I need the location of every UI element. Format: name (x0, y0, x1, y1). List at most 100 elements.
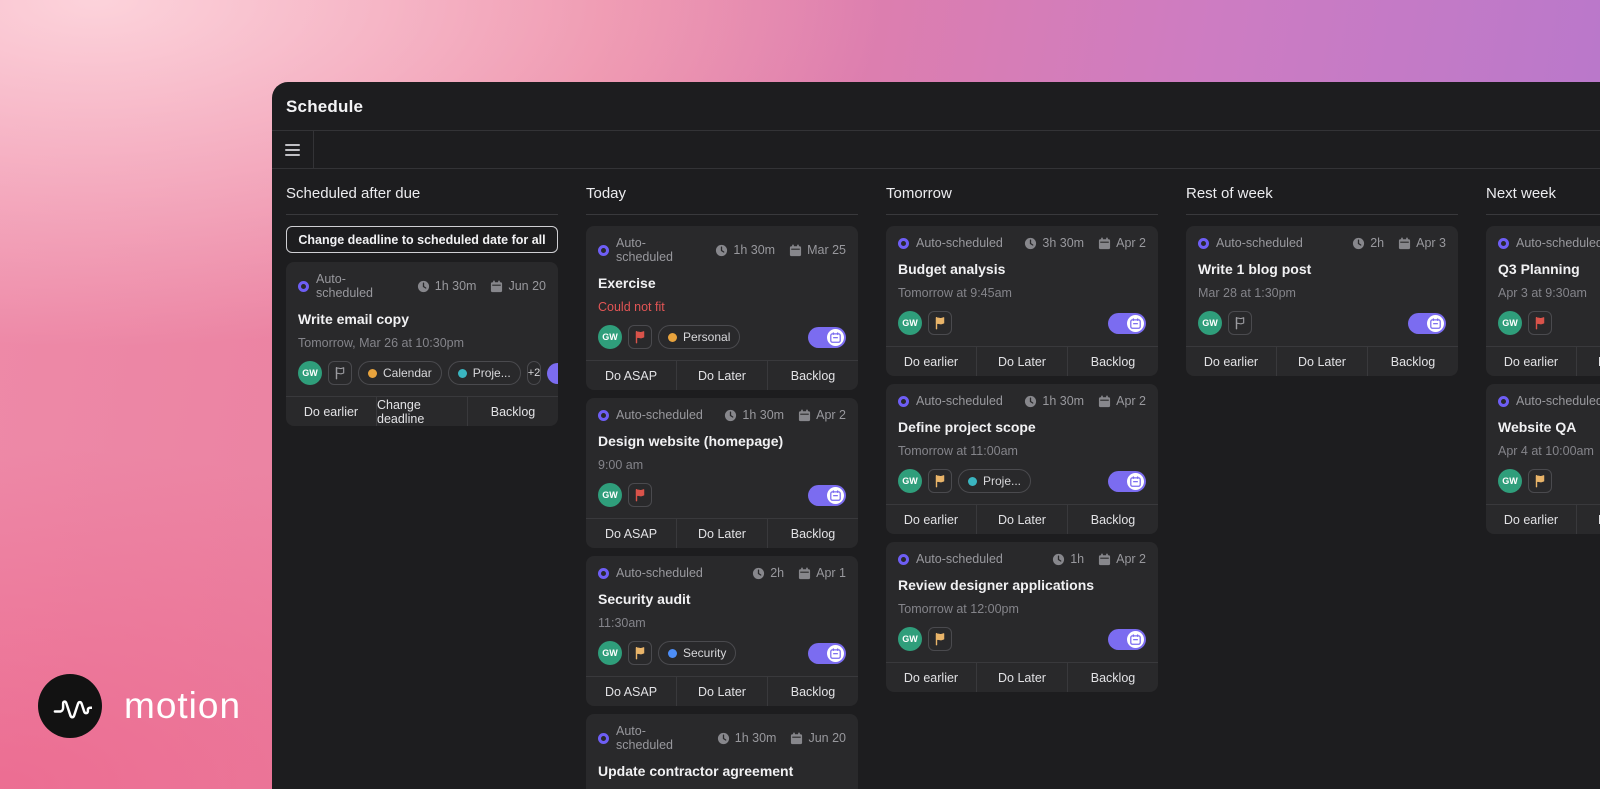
auto-schedule-toggle[interactable] (547, 363, 558, 384)
task-title[interactable]: Exercise (586, 275, 858, 291)
assignee-avatar[interactable]: GW (1198, 311, 1222, 335)
priority-flag-button[interactable] (628, 483, 652, 507)
priority-flag-button[interactable] (1228, 311, 1252, 335)
auto-scheduled-icon[interactable] (598, 568, 609, 579)
duration-chip[interactable]: 1h 30m (417, 279, 477, 293)
auto-scheduled-icon[interactable] (898, 554, 909, 565)
assignee-avatar[interactable]: GW (1498, 311, 1522, 335)
auto-scheduled-icon[interactable] (598, 245, 609, 256)
duration-chip[interactable]: 2h (752, 566, 784, 580)
assignee-avatar[interactable]: GW (1498, 469, 1522, 493)
label-chip[interactable]: Proje... (958, 469, 1031, 493)
action-do-later-button[interactable]: Do Later (976, 663, 1067, 692)
priority-flag-button[interactable] (1528, 469, 1552, 493)
task-title[interactable]: Update contractor agreement (586, 763, 858, 779)
action-backlog-button[interactable]: Backlog (1067, 505, 1158, 534)
action-do-earlier-button[interactable]: Do earlier (886, 347, 976, 376)
priority-flag-button[interactable] (628, 325, 652, 349)
task-card[interactable]: Auto-scheduled1hApr 2Review designer app… (886, 542, 1158, 692)
label-chip[interactable]: Personal (658, 325, 740, 349)
action-do-asap-button[interactable]: Do ASAP (586, 677, 676, 706)
auto-scheduled-icon[interactable] (1198, 238, 1209, 249)
action-do-earlier-button[interactable]: Do earlier (1186, 347, 1276, 376)
auto-schedule-toggle[interactable] (1108, 313, 1146, 334)
auto-scheduled-icon[interactable] (1498, 396, 1509, 407)
auto-schedule-toggle[interactable] (1408, 313, 1446, 334)
action-do-later-button[interactable]: Do Later (676, 677, 767, 706)
action-do-earlier-button[interactable]: Do earlier (1486, 347, 1576, 376)
task-card[interactable]: Auto-scheduled1h 30mApr 2Define project … (886, 384, 1158, 534)
auto-scheduled-icon[interactable] (898, 238, 909, 249)
due-date-chip[interactable]: Apr 2 (1098, 394, 1146, 408)
action-backlog-button[interactable]: Backlog (767, 361, 858, 390)
task-title[interactable]: Define project scope (886, 419, 1158, 435)
action-do-later-button[interactable]: Do Later (976, 347, 1067, 376)
priority-flag-button[interactable] (928, 469, 952, 493)
assignee-avatar[interactable]: GW (598, 325, 622, 349)
assignee-avatar[interactable]: GW (898, 311, 922, 335)
action-backlog-button[interactable]: Backlog (1367, 347, 1458, 376)
priority-flag-button[interactable] (928, 311, 952, 335)
action-do-later-button[interactable]: Do Later (976, 505, 1067, 534)
action-do-later-button[interactable]: Do Later (1576, 347, 1600, 376)
task-title[interactable]: Write 1 blog post (1186, 261, 1458, 277)
task-card[interactable]: Auto-scheduled1h 30mJun 20Update contrac… (586, 714, 858, 789)
assignee-avatar[interactable]: GW (898, 627, 922, 651)
more-labels-chip[interactable]: +2 (527, 361, 542, 385)
auto-scheduled-icon[interactable] (598, 733, 609, 744)
due-date-chip[interactable]: Mar 25 (789, 243, 846, 257)
action-do-asap-button[interactable]: Do ASAP (586, 519, 676, 548)
priority-flag-button[interactable] (928, 627, 952, 651)
due-date-chip[interactable]: Apr 2 (798, 408, 846, 422)
duration-chip[interactable]: 1h (1052, 552, 1084, 566)
assignee-avatar[interactable]: GW (598, 641, 622, 665)
due-date-chip[interactable]: Apr 1 (798, 566, 846, 580)
due-date-chip[interactable]: Apr 2 (1098, 236, 1146, 250)
task-title[interactable]: Website QA (1486, 419, 1600, 435)
action-backlog-button[interactable]: Backlog (767, 519, 858, 548)
auto-scheduled-icon[interactable] (898, 396, 909, 407)
auto-schedule-toggle[interactable] (1108, 629, 1146, 650)
duration-chip[interactable]: 3h 30m (1024, 236, 1084, 250)
action-do-earlier-button[interactable]: Do earlier (886, 505, 976, 534)
auto-schedule-toggle[interactable] (808, 485, 846, 506)
action-backlog-button[interactable]: Backlog (767, 677, 858, 706)
label-chip[interactable]: Proje... (448, 361, 521, 385)
action-change-deadline-button[interactable]: Change deadline (376, 397, 467, 426)
task-title[interactable]: Security audit (586, 591, 858, 607)
priority-flag-button[interactable] (1528, 311, 1552, 335)
auto-scheduled-icon[interactable] (598, 410, 609, 421)
due-date-chip[interactable]: Apr 3 (1398, 236, 1446, 250)
duration-chip[interactable]: 2h (1352, 236, 1384, 250)
task-title[interactable]: Budget analysis (886, 261, 1158, 277)
action-do-earlier-button[interactable]: Do earlier (1486, 505, 1576, 534)
auto-schedule-toggle[interactable] (1108, 471, 1146, 492)
task-card[interactable]: Auto-scheduled2hApr 1Security audit11:30… (586, 556, 858, 706)
task-card[interactable]: Auto-scheduled2hApr 3Write 1 blog postMa… (1186, 226, 1458, 376)
due-date-chip[interactable]: Jun 20 (790, 731, 846, 745)
action-do-later-button[interactable]: Do Later (676, 361, 767, 390)
priority-flag-button[interactable] (628, 641, 652, 665)
task-title[interactable]: Write email copy (286, 311, 558, 327)
label-chip[interactable]: Security (658, 641, 736, 665)
duration-chip[interactable]: 1h 30m (1024, 394, 1084, 408)
action-do-asap-button[interactable]: Do ASAP (586, 361, 676, 390)
assignee-avatar[interactable]: GW (298, 361, 322, 385)
task-title[interactable]: Design website (homepage) (586, 433, 858, 449)
task-card[interactable]: Auto-scheduledQ3 PlanningApr 3 at 9:30am… (1486, 226, 1600, 376)
assignee-avatar[interactable]: GW (898, 469, 922, 493)
auto-schedule-toggle[interactable] (808, 643, 846, 664)
task-card[interactable]: Auto-scheduled1h 30mMar 25ExerciseCould … (586, 226, 858, 390)
action-do-later-button[interactable]: Do Later (676, 519, 767, 548)
auto-scheduled-icon[interactable] (1498, 238, 1509, 249)
auto-scheduled-icon[interactable] (298, 281, 309, 292)
task-card[interactable]: Auto-scheduled1h 30mApr 2Design website … (586, 398, 858, 548)
task-card[interactable]: Auto-scheduledWebsite QAApr 4 at 10:00am… (1486, 384, 1600, 534)
task-card[interactable]: Auto-scheduled1h 30mJun 20Write email co… (286, 262, 558, 426)
action-backlog-button[interactable]: Backlog (1067, 347, 1158, 376)
due-date-chip[interactable]: Jun 20 (490, 279, 546, 293)
task-card[interactable]: Auto-scheduled3h 30mApr 2Budget analysis… (886, 226, 1158, 376)
action-do-later-button[interactable]: Do Later (1576, 505, 1600, 534)
label-chip[interactable]: Calendar (358, 361, 442, 385)
priority-flag-button[interactable] (328, 361, 352, 385)
